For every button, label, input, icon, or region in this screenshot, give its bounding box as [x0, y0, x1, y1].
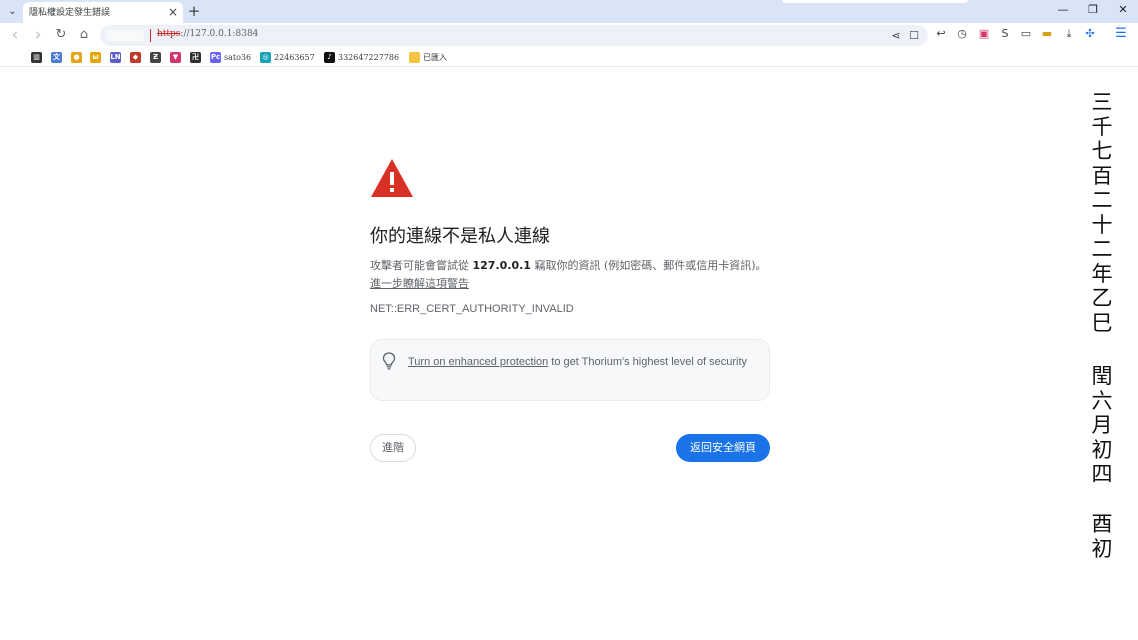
active-tab[interactable]: 隱私權設定發生錯誤 × [23, 2, 183, 23]
bookmark-item[interactable]: Pc sato36 [210, 50, 251, 64]
warning-description: 攻擊者可能會嘗試從 127.0.0.1 竊取你的資訊 (例如密碼、郵件或信用卡資… [370, 257, 770, 293]
toolbar: ‹ › ↻ ⌂ https://127.0.0.1:8384 ⋖ ☐ ↩ ◷ ▣… [0, 23, 1138, 47]
description-text: 攻擊者可能會嘗試從 [370, 259, 469, 272]
new-tab-button[interactable]: + [185, 1, 203, 21]
bookmark-item[interactable]: LN [110, 50, 124, 64]
tab-strip: ⌄ 隱私權設定發生錯誤 × + — ❐ ✕ [0, 0, 1138, 23]
bookmark-favicon-icon: 文 [51, 51, 62, 63]
not-secure-separator [150, 29, 151, 42]
bookmark-item[interactable]: ▥ [31, 50, 45, 64]
download-icon[interactable]: ⤓ [1062, 26, 1076, 42]
error-code[interactable]: NET::ERR_CERT_AUTHORITY_INVALID [370, 303, 574, 315]
warning-triangle-icon [371, 159, 413, 197]
bookmark-favicon-icon: ◎ [260, 51, 271, 63]
back-to-safety-button[interactable]: 返回安全網頁 [676, 434, 770, 462]
bookmark-item[interactable]: ы [90, 50, 104, 64]
page-title: 你的連線不是私人連線 [370, 226, 550, 247]
bookmark-folder[interactable]: ▬ 已匯入 [409, 50, 447, 64]
enhanced-protection-link[interactable]: Turn on enhanced protection [408, 356, 548, 368]
bookmark-favicon-icon: Ƶ [150, 51, 161, 63]
bookmark-label: sato36 [224, 52, 252, 62]
back-button[interactable]: ‹ [6, 25, 24, 45]
bookmark-favicon-icon: ♪ [324, 51, 335, 63]
bookmark-label: 332647227786 [338, 52, 400, 62]
bookmark-item[interactable]: ◆ [130, 50, 144, 64]
overlay-date-column: 三千七百二十二年乙巳 [1091, 90, 1113, 335]
bookmark-label: 已匯入 [423, 52, 447, 62]
s-letter-icon[interactable]: S [998, 26, 1012, 42]
red-square-icon[interactable]: ▣ [977, 26, 991, 42]
share-icon[interactable]: ⋖ [888, 27, 904, 44]
bookmark-favicon-icon: Pc [210, 51, 221, 63]
window-close-button[interactable]: ✕ [1108, 0, 1138, 20]
folder-icon: ▬ [409, 51, 420, 63]
bookmark-favicon-icon: ◆ [130, 51, 141, 63]
host-name: 127.0.0.1 [472, 259, 531, 272]
address-bar[interactable]: https://127.0.0.1:8384 ⋖ ☐ [100, 25, 928, 46]
restore-button[interactable]: ❐ [1078, 0, 1108, 20]
page-content: 你的連線不是私人連線 攻擊者可能會嘗試從 127.0.0.1 竊取你的資訊 (例… [0, 68, 1138, 640]
bookmark-item[interactable]: ♪ 332647227786 [324, 50, 399, 64]
tab-search-chevron-icon[interactable]: ⌄ [4, 3, 21, 20]
enhanced-protection-box: Turn on enhanced protection to get Thori… [370, 339, 770, 401]
bookmark-item[interactable]: 卍 [190, 50, 204, 64]
bookmark-favicon-icon: ▼ [170, 51, 181, 63]
bookmark-label: 22463657 [274, 52, 315, 62]
menu-icon[interactable]: ☰ [1114, 26, 1128, 42]
site-info-chip[interactable] [106, 30, 144, 41]
bookmarks-bar: ▥ 文 ● ы LN ◆ Ƶ ▼ 卍 Pc sato36 ◎ 22463657 ♪ 3… [0, 47, 1138, 67]
overlay-date-column: 閏六月初四 [1091, 364, 1113, 486]
folder-icon[interactable]: ▬ [1040, 26, 1054, 42]
advanced-button[interactable]: 進階 [370, 434, 416, 462]
learn-more-link[interactable]: 進一步瞭解這項警告 [370, 277, 469, 290]
bookmark-item[interactable]: Ƶ [150, 50, 164, 64]
forward-button[interactable]: › [29, 25, 47, 45]
overlay-time-column: 酉初 [1091, 512, 1113, 561]
enhanced-protection-rest: to get Thorium's highest level of securi… [548, 356, 748, 368]
bookmark-favicon-icon: ы [90, 51, 101, 63]
tab-close-icon[interactable]: × [168, 3, 178, 21]
url-text[interactable]: https://127.0.0.1:8384 [157, 29, 258, 39]
minimize-button[interactable]: — [1048, 0, 1078, 20]
lightbulb-icon [382, 352, 396, 370]
bookmark-favicon-icon: LN [110, 51, 121, 63]
home-button[interactable]: ⌂ [75, 25, 93, 45]
reply-arrow-icon[interactable]: ↩ [934, 26, 948, 42]
bookmark-favicon-icon: ● [71, 51, 82, 63]
bookmark-item[interactable]: 文 [51, 50, 65, 64]
bookmark-favicon-icon: ▥ [31, 51, 42, 63]
wallet-icon[interactable]: ▭ [1019, 26, 1033, 42]
url-host: ://127.0.0.1:8384 [180, 29, 259, 39]
bookmark-item[interactable]: ● [71, 50, 85, 64]
url-scheme: https [157, 29, 181, 39]
puzzle-icon[interactable]: ✣ [1083, 26, 1097, 42]
reload-button[interactable]: ↻ [52, 25, 70, 45]
tab-title: 隱私權設定發生錯誤 [29, 8, 111, 18]
bookmark-item[interactable]: ▼ [170, 50, 184, 64]
bookmark-star-icon[interactable]: ☐ [906, 27, 922, 44]
tabstrip-notification-strip [782, 0, 968, 3]
description-text: 竊取你的資訊 (例如密碼、郵件或信用卡資訊)。 [534, 259, 767, 272]
bookmark-favicon-icon: 卍 [190, 51, 201, 63]
bookmark-item[interactable]: ◎ 22463657 [260, 50, 315, 64]
enhanced-protection-text: Turn on enhanced protection to get Thori… [408, 353, 758, 371]
clock-icon[interactable]: ◷ [955, 26, 969, 42]
